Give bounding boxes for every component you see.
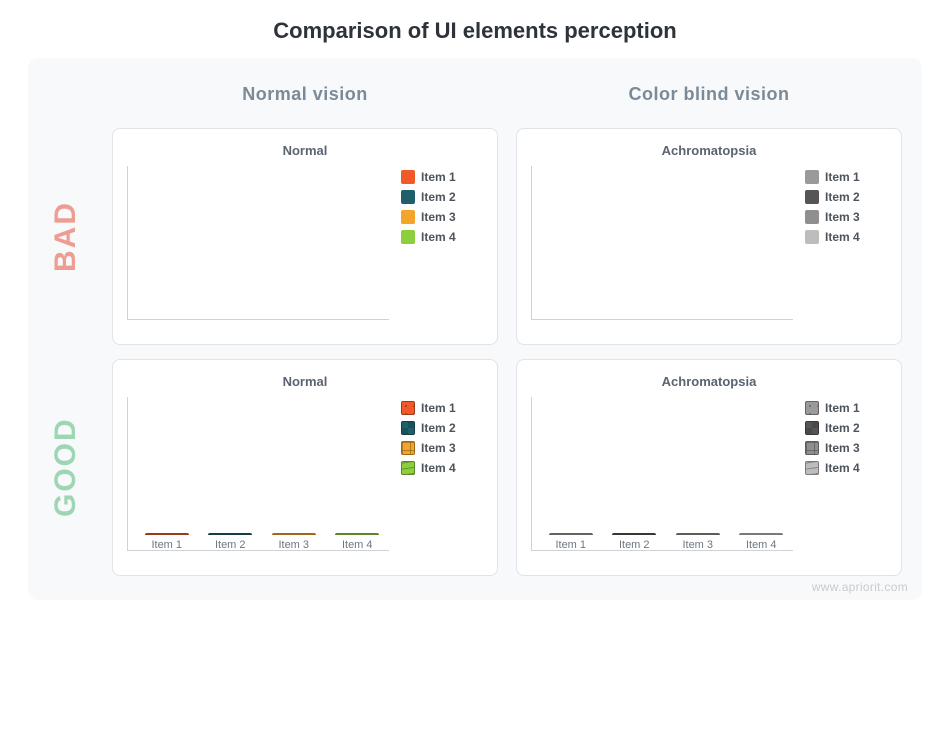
bar-plot xyxy=(127,166,389,336)
bar-plot: Item 1 Item 2 Item 3 Item 4 xyxy=(127,397,389,567)
legend: Item 1 Item 2 Item 3 Item 4 xyxy=(401,397,483,567)
card-good-achromatopsia: AchromatopsiaItem 1Item 2Item 3Item 4Ite… xyxy=(516,359,902,576)
legend-label: Item 1 xyxy=(421,170,456,184)
bar-3 xyxy=(272,533,316,535)
legend-item: Item 4 xyxy=(805,461,887,475)
legend-label: Item 2 xyxy=(825,190,860,204)
legend: Item 1 Item 2 Item 3 Item 4 xyxy=(805,397,887,567)
legend-swatch xyxy=(805,421,819,435)
bar-label: Item 3 xyxy=(278,539,309,551)
legend-item: Item 1 xyxy=(401,401,483,415)
bar-label: Item 2 xyxy=(215,539,246,551)
bar-2 xyxy=(208,533,252,535)
chart-title: Normal xyxy=(127,374,483,389)
legend-item: Item 3 xyxy=(401,210,483,224)
legend-label: Item 2 xyxy=(421,190,456,204)
bar-label: Item 1 xyxy=(555,539,586,551)
legend-label: Item 2 xyxy=(825,421,860,435)
legend: Item 1 Item 2 Item 3 Item 4 xyxy=(805,166,887,336)
legend-item: Item 2 xyxy=(401,421,483,435)
legend-swatch xyxy=(805,210,819,224)
legend-swatch xyxy=(401,401,415,415)
bar-label: Item 4 xyxy=(746,539,777,551)
legend-label: Item 4 xyxy=(825,230,860,244)
legend-item: Item 2 xyxy=(805,190,887,204)
card-bad-achromatopsia: Achromatopsia Item 1 Item 2 Item 3 Item 4 xyxy=(516,128,902,345)
bar-label: Item 1 xyxy=(151,539,182,551)
card-good-normal: NormalItem 1Item 2Item 3Item 4Item 1Item… xyxy=(112,359,498,576)
legend-swatch xyxy=(401,230,415,244)
legend-swatch xyxy=(401,190,415,204)
legend-item: Item 2 xyxy=(401,190,483,204)
legend-swatch xyxy=(401,461,415,475)
bar-plot xyxy=(531,166,793,336)
row-label-bad: BAD xyxy=(38,128,94,345)
bar-4 xyxy=(335,533,379,535)
legend-swatch xyxy=(805,441,819,455)
bar-2 xyxy=(612,533,656,535)
legend-item: Item 1 xyxy=(805,401,887,415)
legend-item: Item 4 xyxy=(805,230,887,244)
watermark: www.apriorit.com xyxy=(812,580,908,594)
legend-item: Item 3 xyxy=(805,210,887,224)
bar-1 xyxy=(549,533,593,535)
legend-item: Item 3 xyxy=(805,441,887,455)
legend-swatch xyxy=(401,170,415,184)
legend-swatch xyxy=(401,421,415,435)
bar-plot: Item 1 Item 2 Item 3 Item 4 xyxy=(531,397,793,567)
chart-title: Achromatopsia xyxy=(531,143,887,158)
legend-swatch xyxy=(805,190,819,204)
legend-swatch xyxy=(401,441,415,455)
legend-label: Item 3 xyxy=(825,441,860,455)
legend-label: Item 4 xyxy=(825,461,860,475)
row-label-good: GOOD xyxy=(38,359,94,576)
legend-item: Item 1 xyxy=(805,170,887,184)
legend-label: Item 3 xyxy=(825,210,860,224)
column-header-normal: Normal vision xyxy=(112,84,498,105)
legend-item: Item 1 xyxy=(401,170,483,184)
page-title: Comparison of UI elements perception xyxy=(28,18,922,44)
bar-3 xyxy=(676,533,720,535)
legend-swatch xyxy=(805,230,819,244)
column-header-colorblind: Color blind vision xyxy=(516,84,902,105)
bar-1 xyxy=(145,533,189,535)
legend-item: Item 4 xyxy=(401,461,483,475)
bar-label: Item 3 xyxy=(682,539,713,551)
legend-label: Item 4 xyxy=(421,230,456,244)
legend-swatch xyxy=(805,461,819,475)
legend-label: Item 1 xyxy=(825,401,860,415)
chart-title: Achromatopsia xyxy=(531,374,887,389)
legend-label: Item 3 xyxy=(421,210,456,224)
bar-4 xyxy=(739,533,783,535)
legend-swatch xyxy=(805,401,819,415)
comparison-grid: Normal vision Color blind vision BAD Nor… xyxy=(28,58,922,600)
legend-item: Item 4 xyxy=(401,230,483,244)
bar-label: Item 4 xyxy=(342,539,373,551)
legend-swatch xyxy=(401,210,415,224)
legend-label: Item 4 xyxy=(421,461,456,475)
card-bad-normal: Normal Item 1 Item 2 Item 3 Item 4 xyxy=(112,128,498,345)
legend-label: Item 3 xyxy=(421,441,456,455)
bar-label: Item 2 xyxy=(619,539,650,551)
legend-swatch xyxy=(805,170,819,184)
legend-item: Item 2 xyxy=(805,421,887,435)
legend-label: Item 1 xyxy=(825,170,860,184)
chart-title: Normal xyxy=(127,143,483,158)
legend-item: Item 3 xyxy=(401,441,483,455)
legend-label: Item 1 xyxy=(421,401,456,415)
legend-label: Item 2 xyxy=(421,421,456,435)
legend: Item 1 Item 2 Item 3 Item 4 xyxy=(401,166,483,336)
